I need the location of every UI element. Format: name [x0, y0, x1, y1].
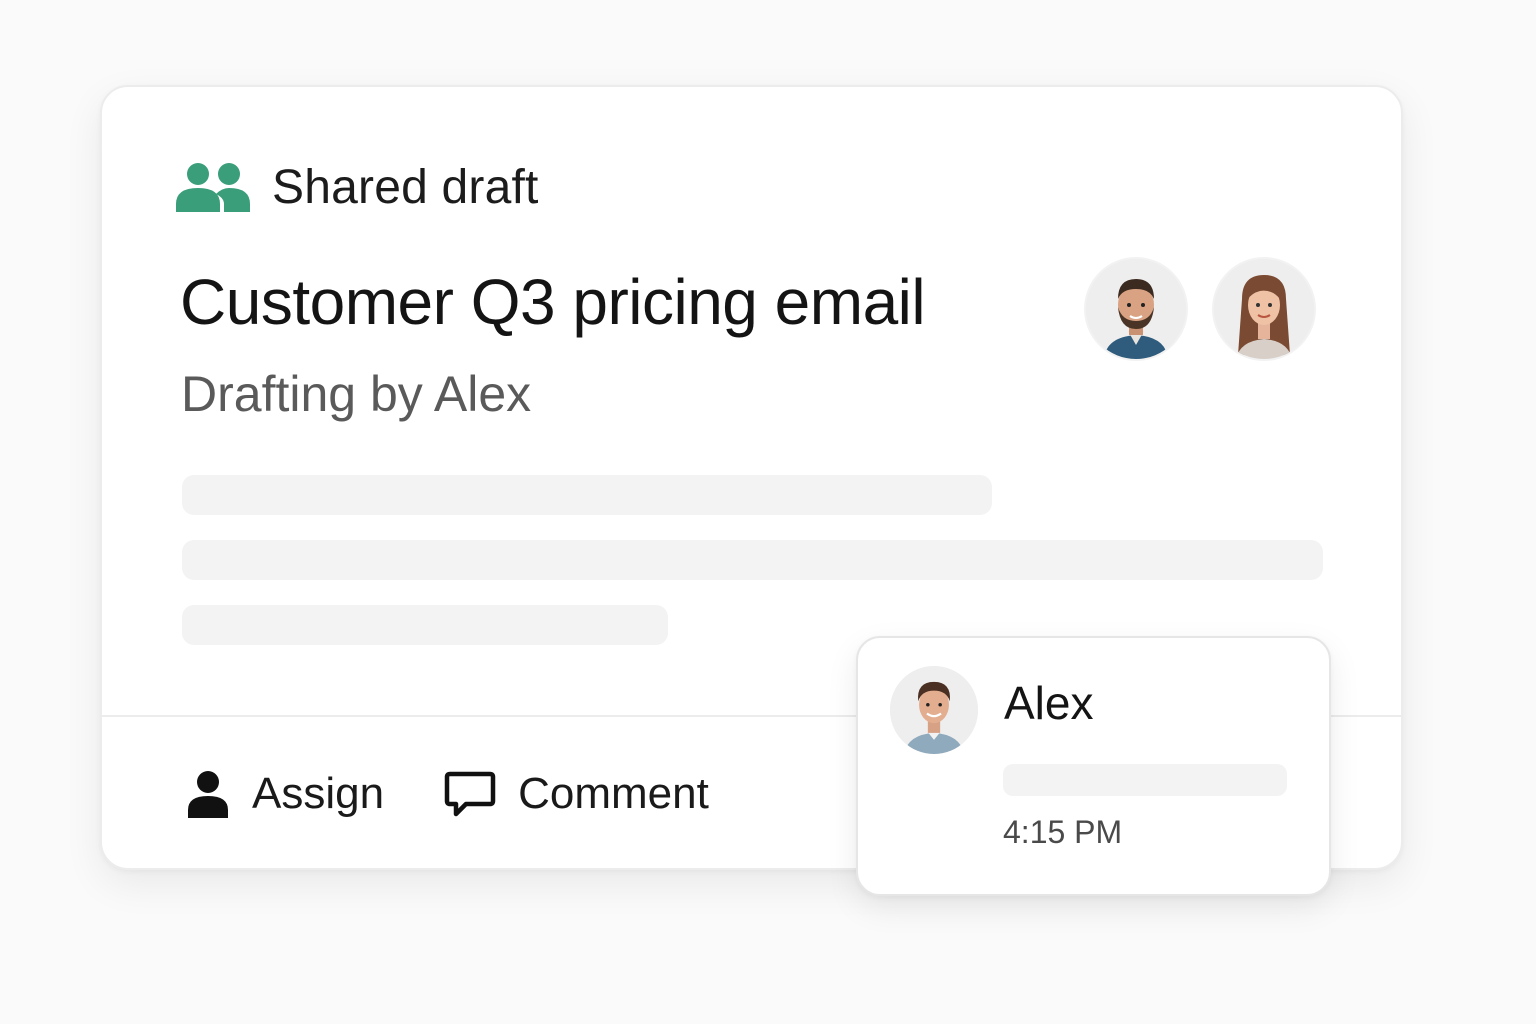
- collaborator-avatars: [1084, 257, 1316, 361]
- content-placeholder-line: [182, 605, 668, 645]
- comment-label: Comment: [518, 769, 709, 818]
- content-placeholder-line: [182, 540, 1323, 580]
- content-placeholder-line: [182, 475, 992, 515]
- avatar-man-bearded[interactable]: [1084, 257, 1188, 361]
- person-icon: [188, 771, 228, 818]
- avatar-alex: [890, 666, 978, 754]
- stage: Shared draft Customer Q3 pricing email D…: [0, 0, 1536, 1024]
- comment-button[interactable]: Comment: [444, 769, 709, 819]
- comment-placeholder-line: [1003, 764, 1287, 796]
- speech-bubble-icon: [444, 771, 496, 817]
- comment-popover[interactable]: Alex 4:15 PM: [856, 636, 1331, 896]
- card-actions: Assign Comment: [186, 763, 709, 825]
- draft-title: Customer Q3 pricing email: [180, 266, 926, 338]
- card-header: Shared draft: [176, 159, 539, 215]
- people-icon: [176, 163, 250, 212]
- draft-status: Drafting by Alex: [181, 366, 532, 422]
- comment-timestamp: 4:15 PM: [1003, 814, 1123, 850]
- assign-label: Assign: [252, 769, 385, 818]
- header-label: Shared draft: [272, 160, 539, 214]
- avatar-woman[interactable]: [1212, 257, 1316, 361]
- assign-button[interactable]: Assign: [186, 769, 384, 819]
- comment-author: Alex: [1004, 677, 1094, 729]
